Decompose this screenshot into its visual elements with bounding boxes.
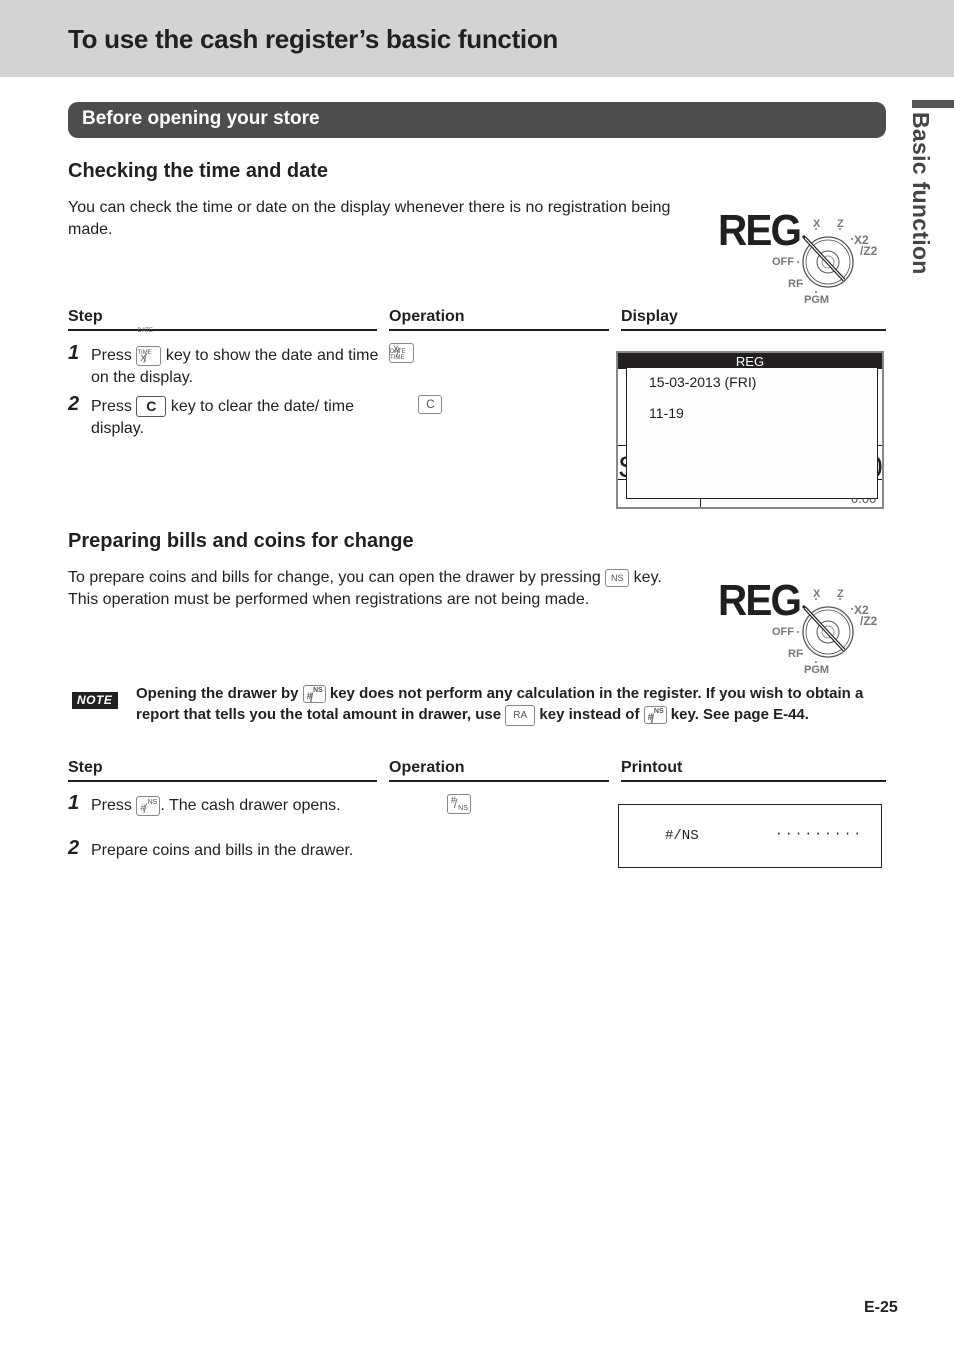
- operation-no-sale-key-icon: # / NS: [446, 794, 471, 814]
- register-display: REG S 0 0.00 15-03-2013 (FRI) 11-19: [616, 351, 884, 509]
- dial-label-rf: RF: [788, 278, 803, 290]
- column-header-step: Step: [68, 759, 377, 782]
- section-header: Before opening your store: [68, 102, 886, 138]
- no-sale-key-icon: # / NS: [302, 685, 326, 705]
- column-header-display: Display: [621, 308, 886, 331]
- date-time-key-icon: X / DATE TIME: [136, 328, 162, 366]
- step-text: Prepare coins and bills in the drawer.: [91, 842, 354, 859]
- checking-time-heading: Checking the time and date: [68, 160, 329, 182]
- operation-clear-key-icon: C: [418, 394, 443, 414]
- note-text: Opening the drawer by # / NS key does no…: [136, 685, 864, 727]
- page-title: To use the cash register’s basic functio…: [68, 24, 559, 54]
- display-date: 15-03-2013 (FRI): [649, 374, 757, 390]
- received-on-account-key-icon: RA: [505, 704, 536, 726]
- display-time: 11-19: [649, 405, 684, 421]
- operation-date-time-key-icon: X / DATE TIME: [389, 343, 414, 363]
- step-number: 1: [68, 342, 80, 364]
- page-number: E-25: [864, 1299, 898, 1316]
- mode-dial-icon: [797, 598, 854, 663]
- printout-label: #/NS: [665, 828, 699, 844]
- checking-time-description: You can check the time or date on the di…: [68, 199, 671, 238]
- step-text: Press: [91, 398, 132, 415]
- preparing-change-heading: Preparing bills and coins for change: [68, 530, 414, 552]
- dial-label-z: Z: [837, 218, 844, 230]
- dial-label-x: X: [813, 218, 821, 230]
- dial-label-x: X: [813, 588, 821, 600]
- step-text: key to show the date and time on the dis…: [91, 347, 379, 386]
- dial-label-rf: RF: [788, 648, 803, 660]
- step-1: 1 Press # / NS . The cash drawer opens.: [68, 792, 401, 817]
- no-sale-key-icon: NS: [605, 568, 630, 587]
- clear-key-icon: C: [136, 396, 167, 418]
- step-text: Press: [91, 347, 132, 364]
- step-text: . The cash drawer opens.: [160, 797, 341, 814]
- dial-label-off: OFF: [772, 626, 794, 638]
- side-tab: Basic function: [905, 112, 935, 312]
- step-number: 1: [68, 792, 80, 814]
- dial-label-z: Z: [837, 588, 844, 600]
- dial-label-pgm: PGM: [804, 664, 830, 676]
- step-text: Press: [91, 797, 132, 814]
- column-header-printout: Printout: [621, 759, 886, 782]
- no-sale-key-icon: # / NS: [136, 795, 161, 816]
- dial-label-z2: /Z2: [860, 244, 878, 258]
- dial-label-z2: /Z2: [860, 614, 878, 628]
- column-header-operation: Operation: [389, 308, 609, 331]
- step-1: 1 Press X / DATE TIME key to show the da…: [68, 328, 381, 389]
- preparing-change-description: To prepare coins and bills for change, y…: [68, 568, 662, 608]
- column-header-operation: Operation: [389, 759, 609, 782]
- column-header-step: Step: [68, 308, 377, 331]
- section-title: Before opening your store: [82, 108, 320, 129]
- no-sale-key-icon: # / NS: [643, 706, 667, 726]
- mode-switch-illustration: REG X Z X2 /Z2 OFF RF PGM: [718, 576, 888, 681]
- date-time-popup: 15-03-2013 (FRI) 11-19: [626, 367, 878, 499]
- side-tab-marker: [912, 100, 954, 108]
- mode-switch-illustration: REG X Z X2 /Z2 OFF RF PGM: [718, 206, 888, 311]
- step-2: 2 Prepare coins and bills in the drawer.: [68, 837, 361, 862]
- note-badge: NOTE: [72, 692, 118, 709]
- step-number: 2: [68, 837, 80, 859]
- mode-dial-icon: [797, 228, 854, 293]
- step-2: 2 Press C key to clear the date/ time di…: [68, 393, 381, 440]
- printout-dots: ·········: [775, 826, 864, 841]
- receipt-printout: #/NS ·········: [618, 804, 882, 868]
- dial-label-off: OFF: [772, 256, 794, 268]
- side-tab-label: Basic function: [908, 112, 934, 275]
- dial-label-pgm: PGM: [804, 294, 830, 306]
- step-number: 2: [68, 393, 80, 415]
